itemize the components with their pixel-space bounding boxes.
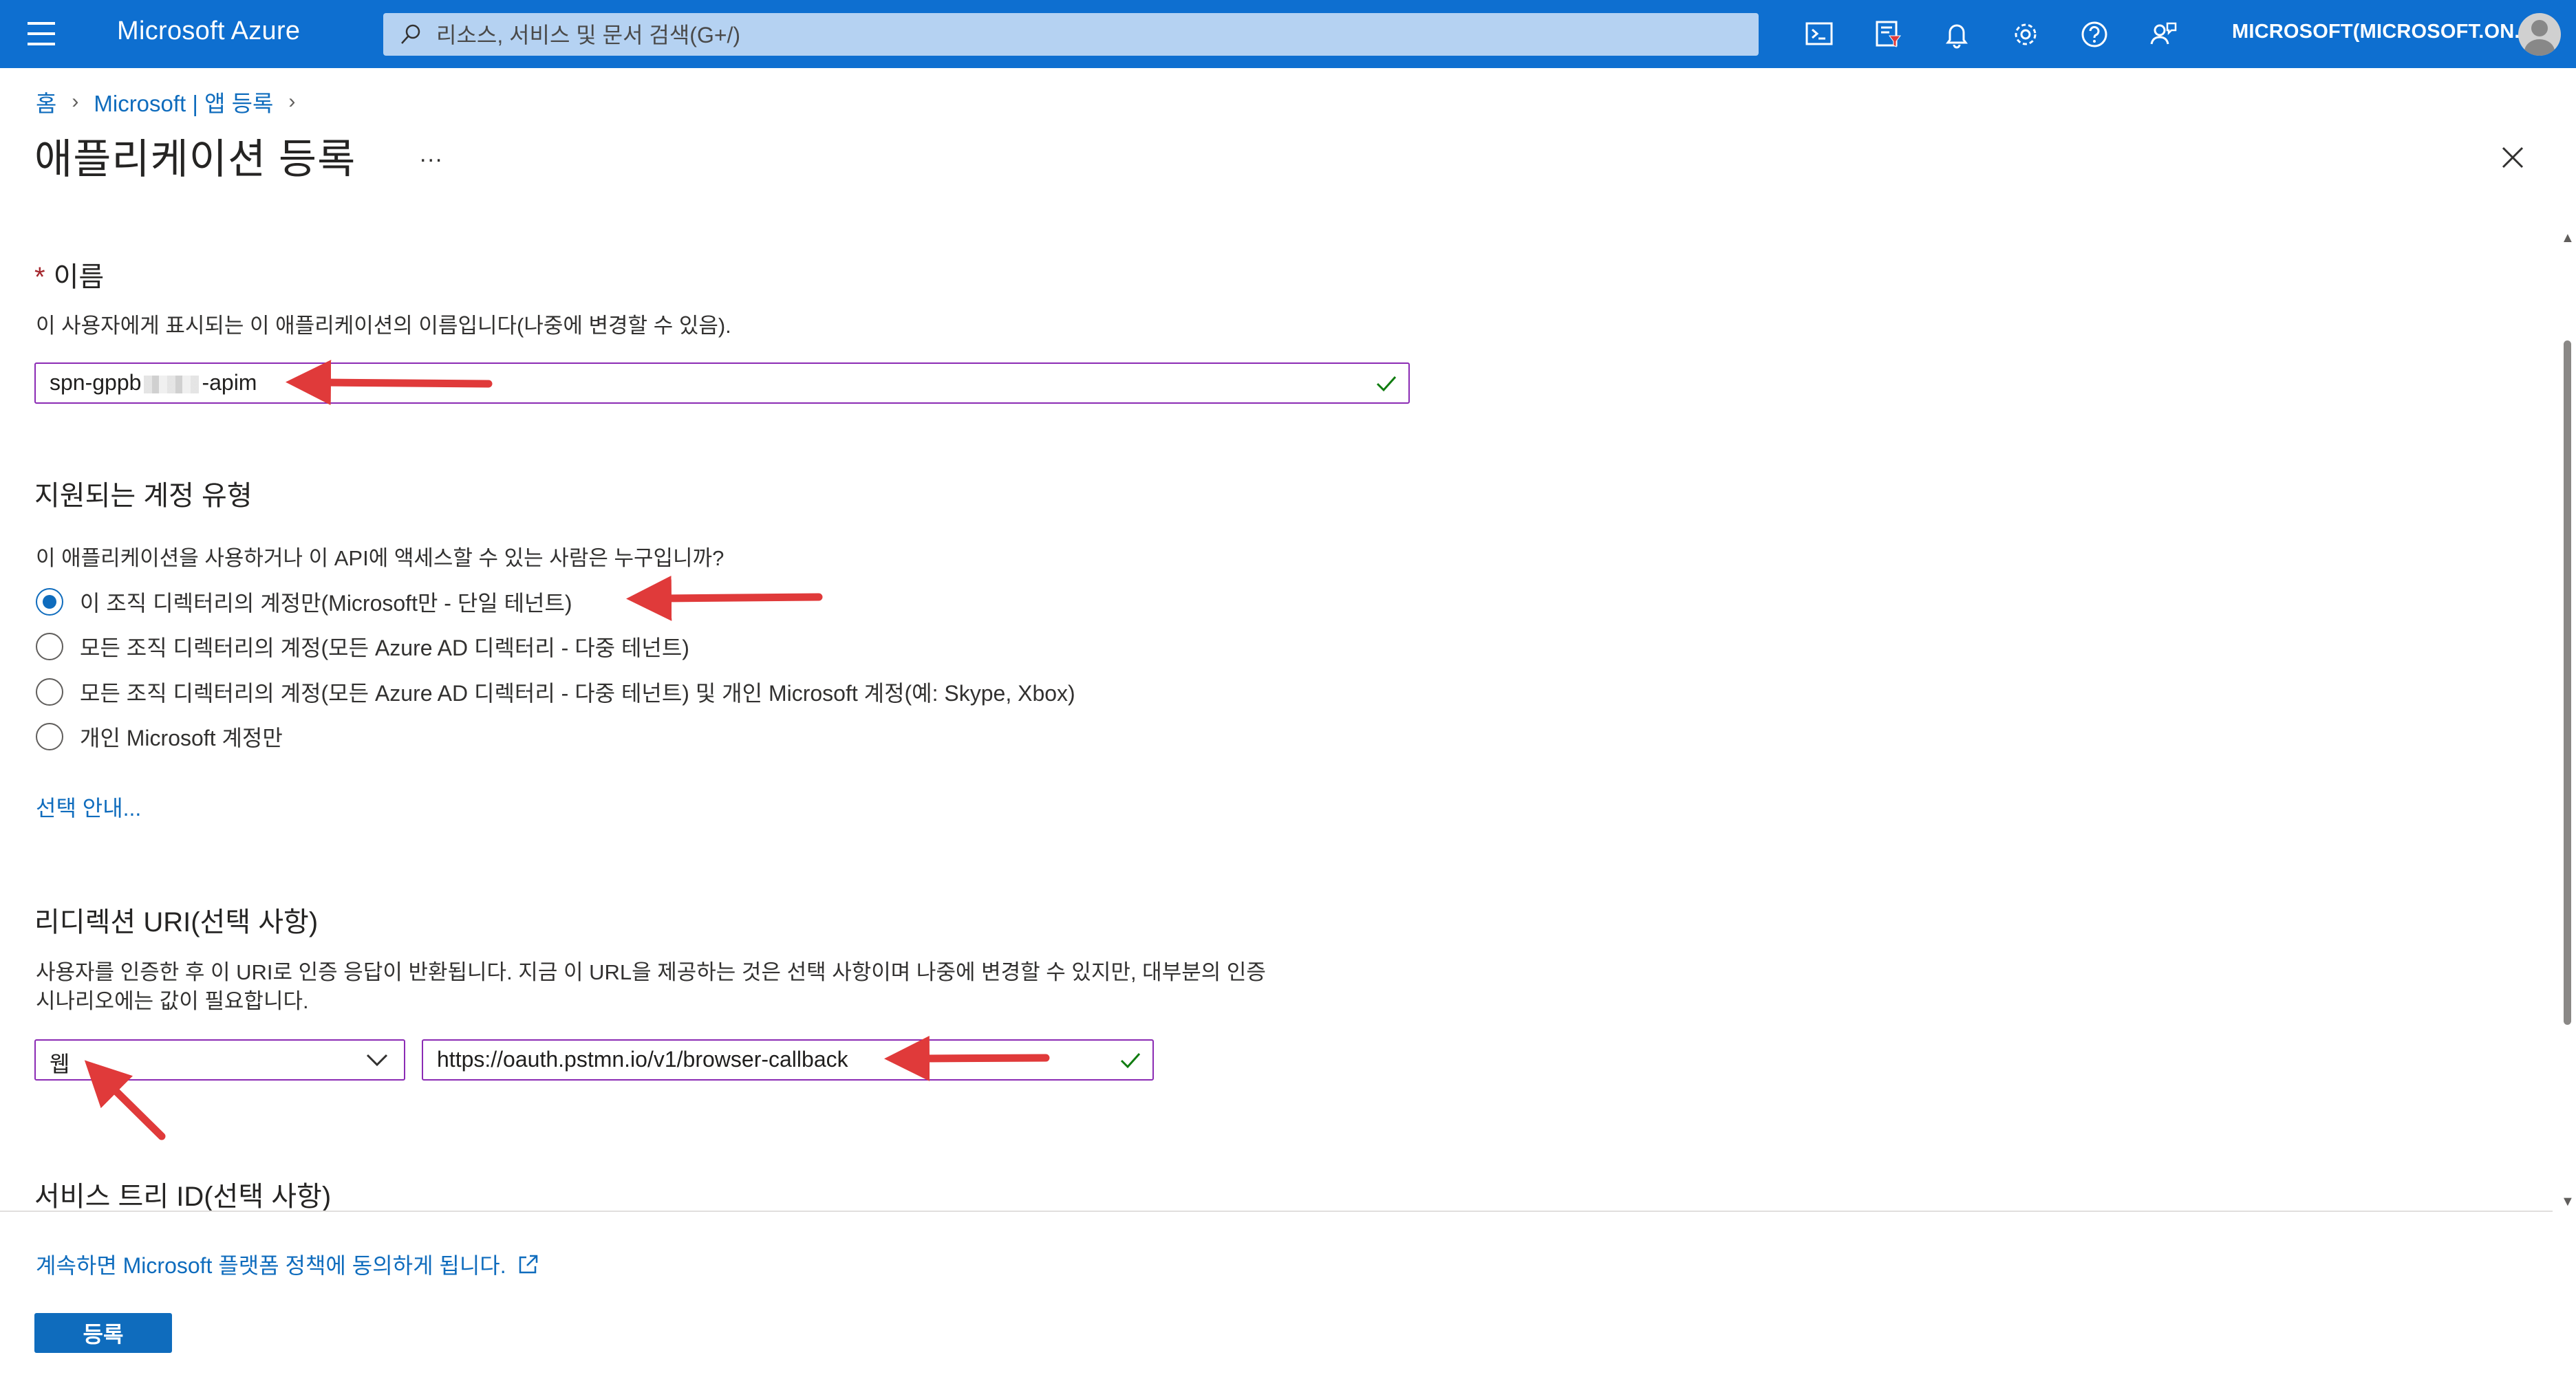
name-description: 이 사용자에게 표시되는 이 애플리케이션의 이름입니다(나중에 변경할 수 있… bbox=[36, 314, 731, 338]
account-name[interactable]: MICROSOFT(MICROSOFT.ON... bbox=[2232, 21, 2531, 43]
more-options-icon[interactable]: ... bbox=[420, 141, 443, 168]
radio-unselected[interactable] bbox=[36, 633, 63, 660]
radio-option-multi-tenant-personal[interactable]: 모든 조직 디렉터리의 계정(모든 Azure AD 디렉터리 - 다중 테넌트… bbox=[36, 676, 1075, 708]
page-title: 애플리케이션 등록 bbox=[34, 136, 356, 182]
name-input[interactable]: spn-gppb -apim bbox=[34, 362, 1410, 404]
breadcrumb: 홈 › Microsoft | 앱 등록 › bbox=[36, 85, 310, 118]
platform-policy-link[interactable]: 계속하면 Microsoft 플랫폼 정책에 동의하게 됩니다. bbox=[36, 1248, 541, 1280]
scroll-down-icon[interactable]: ▼ bbox=[2561, 1194, 2575, 1210]
platform-value: 웹 bbox=[50, 1052, 70, 1076]
search-input[interactable] bbox=[435, 13, 1731, 57]
required-marker: * bbox=[34, 262, 45, 292]
account-types-heading: 지원되는 계정 유형 bbox=[34, 481, 253, 511]
redirect-uri-description-line2: 시나리오에는 값이 필요합니다. bbox=[36, 989, 309, 1013]
radio-option-multi-tenant[interactable]: 모든 조직 디렉터리의 계정(모든 Azure AD 디렉터리 - 다중 테넌트… bbox=[36, 631, 689, 662]
radio-option-single-tenant[interactable]: 이 조직 디렉터리의 계정만(Microsoft만 - 단일 테넌트) bbox=[36, 586, 572, 618]
service-tree-heading: 서비스 트리 ID(선택 사항) bbox=[34, 1182, 332, 1212]
chevron-right-icon: › bbox=[72, 90, 79, 113]
redirect-uri-value: https://oauth.pstmn.io/v1/browser-callba… bbox=[437, 1047, 848, 1072]
redacted-text bbox=[144, 375, 200, 393]
menu-icon[interactable] bbox=[28, 22, 55, 45]
cloud-shell-icon[interactable] bbox=[1803, 18, 1836, 51]
brand-title[interactable]: Microsoft Azure bbox=[117, 17, 300, 46]
annotation-arrow-platform bbox=[84, 1060, 166, 1140]
platform-select[interactable]: 웹 bbox=[34, 1039, 405, 1081]
chevron-down-icon bbox=[366, 1054, 388, 1067]
footer-divider bbox=[0, 1211, 2553, 1212]
register-button[interactable]: 등록 bbox=[34, 1313, 172, 1353]
redirect-uri-input[interactable]: https://oauth.pstmn.io/v1/browser-callba… bbox=[422, 1039, 1154, 1081]
breadcrumb-app-registrations[interactable]: Microsoft | 앱 등록 bbox=[94, 85, 273, 118]
help-me-choose-link[interactable]: 선택 안내... bbox=[36, 791, 141, 823]
annotation-arrow-single-tenant bbox=[626, 575, 823, 621]
bell-icon[interactable] bbox=[1940, 18, 1973, 51]
feedback-icon[interactable] bbox=[2147, 18, 2180, 51]
avatar[interactable] bbox=[2518, 13, 2561, 56]
name-label: * 이름 bbox=[34, 262, 105, 292]
checkmark-icon bbox=[1120, 1052, 1141, 1069]
radio-unselected[interactable] bbox=[36, 678, 63, 706]
scrollbar-thumb[interactable] bbox=[2564, 340, 2571, 1025]
checkmark-icon bbox=[1376, 376, 1397, 392]
redirect-uri-heading: 리디렉션 URI(선택 사항) bbox=[34, 907, 319, 937]
directory-filter-icon[interactable] bbox=[1871, 18, 1904, 51]
search-icon bbox=[401, 24, 420, 44]
scroll-up-icon[interactable]: ▲ bbox=[2561, 230, 2575, 246]
radio-unselected[interactable] bbox=[36, 723, 63, 750]
help-icon[interactable] bbox=[2078, 18, 2111, 51]
top-bar: Microsoft Azure MICROSOFT(MICROSOFT.ON bbox=[0, 0, 2576, 68]
name-value: spn-gppb -apim bbox=[50, 370, 257, 395]
external-link-icon bbox=[519, 1255, 537, 1274]
global-search[interactable] bbox=[383, 13, 1759, 57]
close-icon[interactable] bbox=[2499, 144, 2526, 171]
radio-selected[interactable] bbox=[36, 588, 63, 616]
gear-icon[interactable] bbox=[2009, 18, 2042, 51]
breadcrumb-home[interactable]: 홈 bbox=[36, 85, 56, 118]
radio-option-personal-only[interactable]: 개인 Microsoft 계정만 bbox=[36, 721, 283, 752]
redirect-uri-description-line1: 사용자를 인증한 후 이 URI로 인증 응답이 반환됩니다. 지금 이 URL… bbox=[36, 960, 1266, 984]
chevron-right-icon: › bbox=[288, 90, 296, 113]
account-types-question: 이 애플리케이션을 사용하거나 이 API에 액세스할 수 있는 사람은 누구입… bbox=[36, 546, 724, 570]
